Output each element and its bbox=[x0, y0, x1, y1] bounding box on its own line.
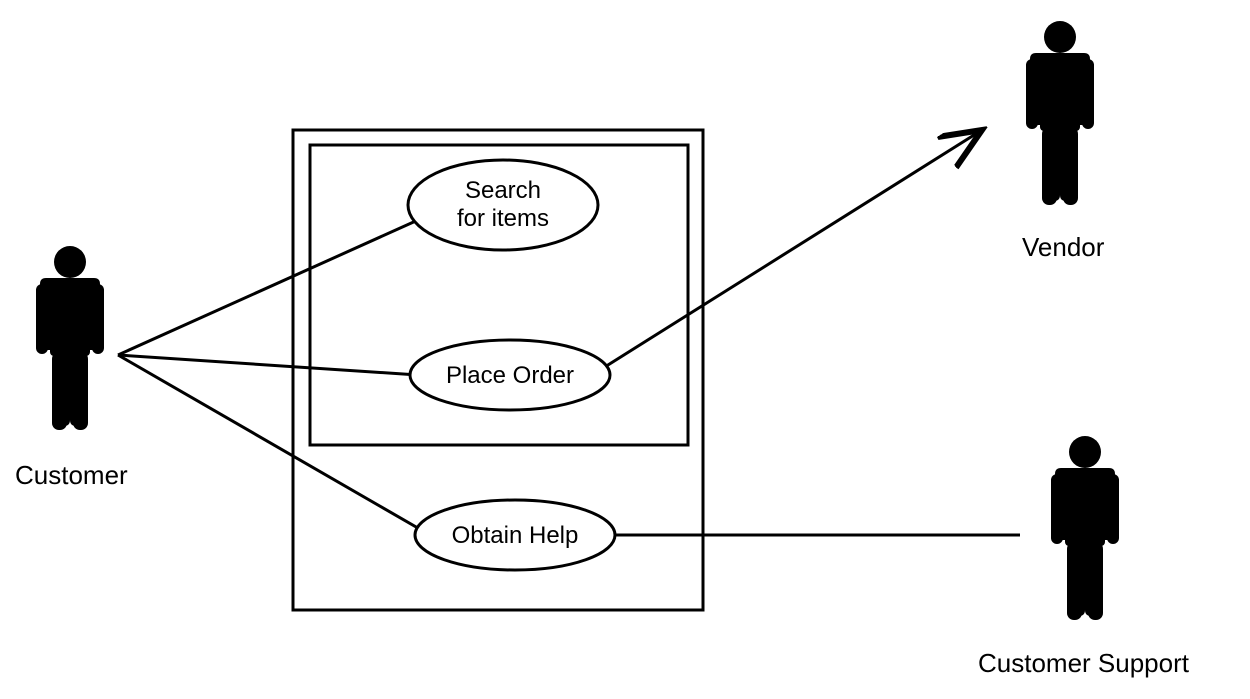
usecase-search: Search for items bbox=[408, 160, 598, 250]
use-case-diagram: Search for items Place Order Obtain Help… bbox=[0, 0, 1250, 699]
actor-customer-label: Customer bbox=[15, 460, 128, 491]
assoc-customer-placeorder bbox=[118, 355, 418, 375]
assoc-customer-search bbox=[118, 220, 418, 355]
actor-support-label: Customer Support bbox=[978, 648, 1189, 679]
usecase-search-line2: for items bbox=[457, 205, 549, 232]
usecase-obtain-help-label: Obtain Help bbox=[452, 522, 579, 549]
usecase-place-order-label: Place Order bbox=[446, 362, 574, 389]
usecase-search-line1: Search bbox=[465, 177, 541, 204]
diagram-canvas: Search for items Place Order Obtain Help bbox=[0, 0, 1250, 699]
actor-vendor-label: Vendor bbox=[1022, 232, 1104, 263]
actor-vendor-icon bbox=[1026, 21, 1094, 205]
usecase-place-order: Place Order bbox=[410, 340, 610, 410]
usecase-obtain-help: Obtain Help bbox=[415, 500, 615, 570]
actor-support-icon bbox=[1051, 436, 1119, 620]
assoc-placeorder-vendor bbox=[600, 130, 982, 370]
actor-customer-icon bbox=[36, 246, 104, 430]
